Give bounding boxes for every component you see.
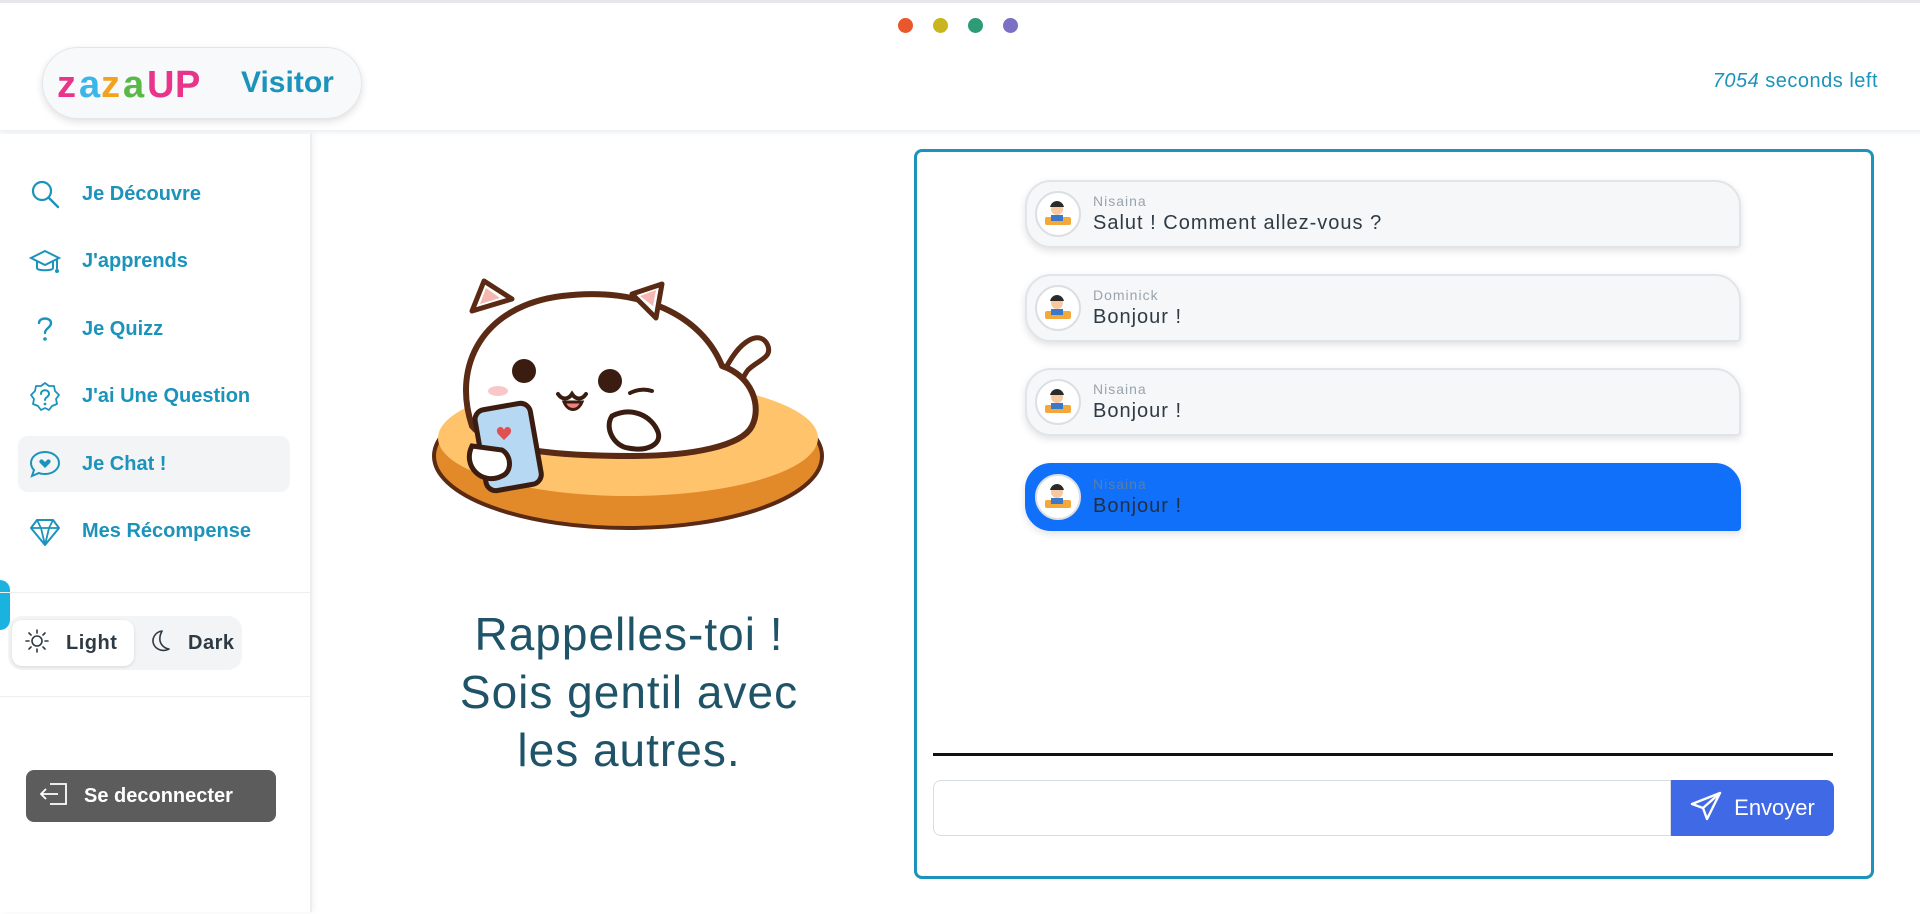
- svg-text:P: P: [175, 64, 200, 105]
- message-author: Nisaina: [1093, 476, 1147, 492]
- theme-toggle: Light Dark: [8, 616, 242, 670]
- message-author: Nisaina: [1093, 381, 1147, 397]
- chat-message: Nisaina Bonjour !: [1025, 368, 1741, 436]
- dot-orange: [898, 18, 913, 33]
- reminder-line: les autres.: [517, 724, 741, 776]
- sidebar-item-je-decouvre[interactable]: Je Découvre: [18, 166, 290, 222]
- chat-message: Dominick Bonjour !: [1025, 274, 1741, 342]
- question-mark-icon: [28, 312, 62, 346]
- window-dots: [898, 18, 1018, 33]
- svg-text:a: a: [79, 64, 101, 105]
- timer-suffix: seconds left: [1765, 70, 1878, 92]
- message-text: Bonjour !: [1093, 495, 1183, 517]
- graduation-cap-icon: [28, 245, 62, 279]
- sidebar: Je Découvre J'apprends Je Quizz J'ai Une…: [0, 134, 312, 912]
- chat-message-highlighted: Nisaina Bonjour !: [1025, 463, 1741, 531]
- theme-light-option[interactable]: Light: [12, 620, 134, 666]
- sidebar-item-label: Je Quizz: [82, 317, 164, 340]
- avatar: [1035, 474, 1081, 520]
- sidebar-divider: [0, 696, 310, 697]
- paper-plane-icon: [1690, 791, 1722, 826]
- chat-panel: Nisaina Salut ! Comment allez-vous ? Dom…: [914, 149, 1874, 879]
- diamond-icon: [28, 515, 62, 549]
- message-text: Bonjour !: [1093, 306, 1183, 328]
- question-badge-icon: [28, 380, 62, 414]
- session-timer: 7054 seconds left: [1713, 70, 1878, 93]
- logout-button[interactable]: Se deconnecter: [26, 770, 276, 822]
- sidebar-item-label: J'apprends: [82, 250, 188, 272]
- zazaup-logo: z a z a U P: [57, 64, 200, 105]
- avatar: [1035, 379, 1081, 425]
- reminder-line: Rappelles-toi !: [474, 608, 784, 660]
- sidebar-item-j-apprends[interactable]: J'apprends: [18, 234, 290, 290]
- sun-icon: [24, 628, 50, 659]
- sidebar-item-je-quizz[interactable]: Je Quizz: [18, 301, 290, 357]
- sidebar-item-label: Mes Récompense: [82, 520, 251, 542]
- send-button[interactable]: Envoyer: [1671, 780, 1834, 836]
- chat-divider: [933, 753, 1833, 756]
- message-text: Salut ! Comment allez-vous ?: [1093, 212, 1383, 234]
- logout-icon: [38, 781, 70, 812]
- sidebar-divider: [0, 592, 310, 593]
- sidebar-item-label: J'ai Une Question: [82, 385, 251, 407]
- theme-dark-label: Dark: [188, 631, 235, 654]
- top-rule: [0, 0, 1920, 3]
- svg-text:a: a: [123, 64, 145, 105]
- sidebar-item-label: Je Chat !: [82, 452, 167, 475]
- svg-text:z: z: [101, 64, 120, 105]
- chat-heart-icon: [28, 447, 62, 481]
- sidebar-item-question[interactable]: J'ai Une Question: [18, 369, 290, 425]
- logout-label: Se deconnecter: [84, 784, 233, 807]
- avatar: [1035, 285, 1081, 331]
- sidebar-nav: Je Découvre J'apprends Je Quizz J'ai Une…: [18, 166, 290, 571]
- active-nav-marker: [0, 580, 10, 630]
- message-text: Bonjour !: [1093, 400, 1183, 422]
- message-input[interactable]: [933, 780, 1671, 836]
- svg-text:U: U: [147, 64, 174, 105]
- chat-message: Nisaina Salut ! Comment allez-vous ?: [1025, 180, 1741, 248]
- avatar: [1035, 191, 1081, 237]
- moon-icon: [146, 628, 172, 659]
- brand-pill[interactable]: z a z a U P Visitor: [42, 47, 362, 119]
- user-role: Visitor: [241, 66, 334, 99]
- message-author: Nisaina: [1093, 193, 1147, 209]
- send-button-label: Envoyer: [1734, 795, 1815, 820]
- theme-dark-option[interactable]: Dark: [134, 620, 238, 666]
- sidebar-item-label: Je Découvre: [82, 182, 201, 205]
- search-icon: [28, 177, 62, 211]
- dot-green: [968, 18, 983, 33]
- reminder-message: Rappelles-toi ! Sois gentil avec les aut…: [400, 605, 858, 779]
- sidebar-item-je-chat[interactable]: Je Chat !: [18, 436, 290, 492]
- timer-value: 7054: [1712, 70, 1760, 92]
- dot-yellow: [933, 18, 948, 33]
- message-author: Dominick: [1093, 287, 1159, 303]
- reminder-line: Sois gentil avec: [459, 666, 799, 718]
- sidebar-item-mes-recompense[interactable]: Mes Récompense: [18, 504, 290, 560]
- cat-with-phone-illustration: [432, 278, 824, 530]
- dot-purple: [1003, 18, 1018, 33]
- theme-light-label: Light: [66, 631, 118, 654]
- svg-text:z: z: [57, 64, 76, 105]
